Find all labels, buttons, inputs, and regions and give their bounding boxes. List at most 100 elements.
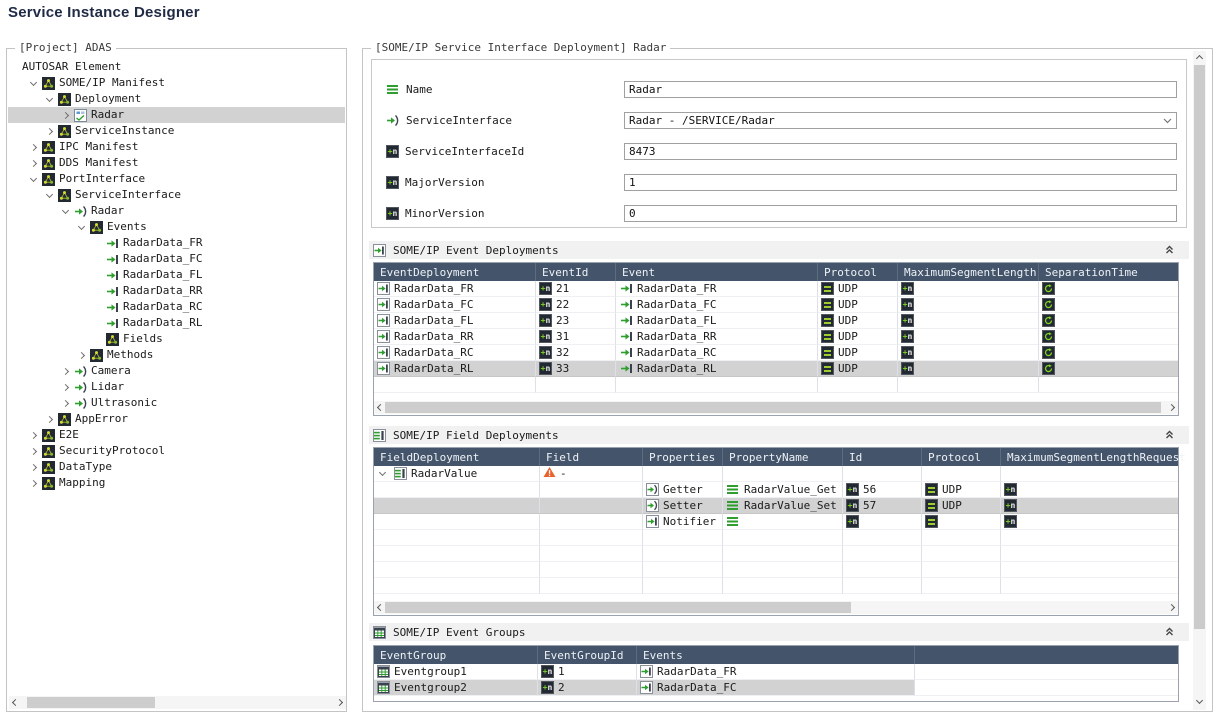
double-chevron-up-icon[interactable] [1164,429,1175,443]
column-header[interactable]: EventId [536,263,616,281]
chevron-down-icon[interactable] [44,93,57,106]
column-header[interactable]: EventDeployment [374,263,536,281]
tree-item-lidar[interactable]: Lidar [8,379,345,395]
tree-item-camera[interactable]: Camera [8,363,345,379]
chevron-down-icon[interactable] [28,173,41,186]
scroll-right-arrow[interactable] [1168,601,1178,614]
tree-item-radardata-rc[interactable]: RadarData_RC [8,299,345,315]
serviceinterface-select[interactable]: Radar - /SERVICE/Radar [624,112,1177,129]
tree-item-radar-deployment[interactable]: Radar [8,107,345,123]
column-header[interactable]: Protocol [818,263,898,281]
serviceinterfaceid-input[interactable] [624,143,1177,160]
table-row-eventgroup1[interactable]: Eventgroup1 +n1 RadarData_FR [374,664,1178,680]
tree-item-apperror[interactable]: AppError [8,411,345,427]
chevron-down-icon[interactable] [76,221,89,234]
scrollbar-thumb[interactable] [1194,65,1205,629]
chevron-down-icon[interactable] [28,77,41,90]
tree-item-mapping[interactable]: Mapping [8,475,345,491]
chevron-right-icon[interactable] [28,477,41,490]
tree-item-someip-manifest[interactable]: SOME/IP Manifest [8,75,345,91]
chevron-right-icon[interactable] [28,461,41,474]
scroll-left-arrow[interactable] [374,401,384,414]
tree-item-ipc-manifest[interactable]: IPC Manifest [8,139,345,155]
column-header[interactable]: EventGroup [374,646,538,664]
scroll-left-arrow[interactable] [9,696,19,709]
tree-item-datatype[interactable]: DataType [8,459,345,475]
table-row-eventgroup2[interactable]: Eventgroup2 +n2 RadarData_FC [374,680,1178,696]
chevron-right-icon[interactable] [60,397,73,410]
panel-vertical-scrollbar[interactable] [1193,51,1206,710]
chevron-right-icon[interactable] [28,157,41,170]
tree-item-serviceinterface[interactable]: ServiceInterface [8,187,345,203]
table-row-radardata-rr[interactable]: RadarData_RR +n31 RadarData_RR UDP +n [374,329,1178,345]
tree-item-radardata-rl[interactable]: RadarData_RL [8,315,345,331]
tree-item-securityprotocol[interactable]: SecurityProtocol [8,443,345,459]
majorversion-input[interactable] [624,174,1177,191]
chevron-right-icon[interactable] [60,109,73,122]
tree-item-radardata-fl[interactable]: RadarData_FL [8,267,345,283]
chevron-down-icon[interactable] [377,467,390,480]
minorversion-input[interactable] [624,205,1177,222]
name-input[interactable] [624,81,1177,98]
tree-item-autosar-element[interactable]: AUTOSAR Element [8,59,345,75]
double-chevron-up-icon[interactable] [1164,244,1175,258]
table-row-radarvalue[interactable]: RadarValue - [374,466,1178,482]
tree-item-ultrasonic[interactable]: Ultrasonic [8,395,345,411]
tree-item-deployment[interactable]: Deployment [8,91,345,107]
scrollbar-thumb[interactable] [385,402,1161,413]
tree-horizontal-scrollbar[interactable] [9,696,346,709]
tree-item-e2e[interactable]: E2E [8,427,345,443]
tree-item-radardata-fc[interactable]: RadarData_FC [8,251,345,267]
chevron-down-icon[interactable] [44,189,57,202]
table-row-radardata-rc[interactable]: RadarData_RC +n32 RadarData_RC UDP +n [374,345,1178,361]
chevron-right-icon[interactable] [28,445,41,458]
tree-item-serviceinstance[interactable]: ServiceInstance [8,123,345,139]
chevron-right-icon[interactable] [44,413,57,426]
table-row-radardata-fr[interactable]: RadarData_FR +n21 RadarData_FR UDP +n [374,281,1178,297]
column-header[interactable]: Id [843,448,922,466]
scrollbar-thumb[interactable] [27,697,155,708]
scroll-up-arrow[interactable] [1193,51,1206,63]
event-deployments-horizontal-scrollbar[interactable] [374,401,1178,414]
scroll-right-arrow[interactable] [1168,401,1178,414]
column-header[interactable]: MaximumSegmentLength [898,263,1039,281]
chevron-right-icon[interactable] [44,125,57,138]
chevron-right-icon[interactable] [76,349,89,362]
scrollbar-thumb[interactable] [385,602,851,613]
scroll-down-arrow[interactable] [1193,696,1206,708]
table-row-radardata-rl-selected[interactable]: RadarData_RL +n33 RadarData_RL UDP +n [374,361,1178,377]
chevron-right-icon[interactable] [60,381,73,394]
table-row-radardata-fc[interactable]: RadarData_FC +n22 RadarData_FC UDP +n [374,297,1178,313]
tree-item-portinterface[interactable]: PortInterface [8,171,345,187]
chevron-down-icon[interactable] [1163,114,1172,127]
field-deployments-horizontal-scrollbar[interactable] [374,601,1178,614]
double-chevron-up-icon[interactable] [1164,626,1175,640]
chevron-right-icon[interactable] [28,141,41,154]
table-row-setter-selected[interactable]: Setter RadarValue_Set +n57 UDP +n [374,498,1178,514]
tree-item-radardata-fr[interactable]: RadarData_FR [8,235,345,251]
table-row-notifier[interactable]: Notifier +n +n [374,514,1178,530]
scroll-right-arrow[interactable] [336,696,346,709]
tree-item-fields[interactable]: Fields [8,331,345,347]
column-header[interactable]: FieldDeployment [374,448,540,466]
column-header[interactable]: MaximumSegmentLengthRequest [1001,448,1178,466]
scroll-left-arrow[interactable] [374,601,384,614]
tree-item-dds-manifest[interactable]: DDS Manifest [8,155,345,171]
column-header[interactable]: Event [616,263,818,281]
column-header[interactable]: EventGroupId [538,646,637,664]
chevron-down-icon[interactable] [60,205,73,218]
column-header[interactable]: Events [637,646,915,664]
column-header[interactable]: Field [540,448,643,466]
column-header[interactable]: PropertyName [723,448,843,466]
tree-item-events[interactable]: Events [8,219,345,235]
tree-item-radar-interface[interactable]: Radar [8,203,345,219]
chevron-right-icon[interactable] [60,365,73,378]
tree-item-methods[interactable]: Methods [8,347,345,363]
column-header[interactable]: SeparationTime [1039,263,1178,281]
column-header[interactable]: Properties [643,448,723,466]
chevron-right-icon[interactable] [28,429,41,442]
table-row-radardata-fl[interactable]: RadarData_FL +n23 RadarData_FL UDP +n [374,313,1178,329]
table-row-getter[interactable]: Getter RadarValue_Get +n56 UDP +n [374,482,1178,498]
column-header[interactable]: Protocol [922,448,1001,466]
tree-item-radardata-rr[interactable]: RadarData_RR [8,283,345,299]
